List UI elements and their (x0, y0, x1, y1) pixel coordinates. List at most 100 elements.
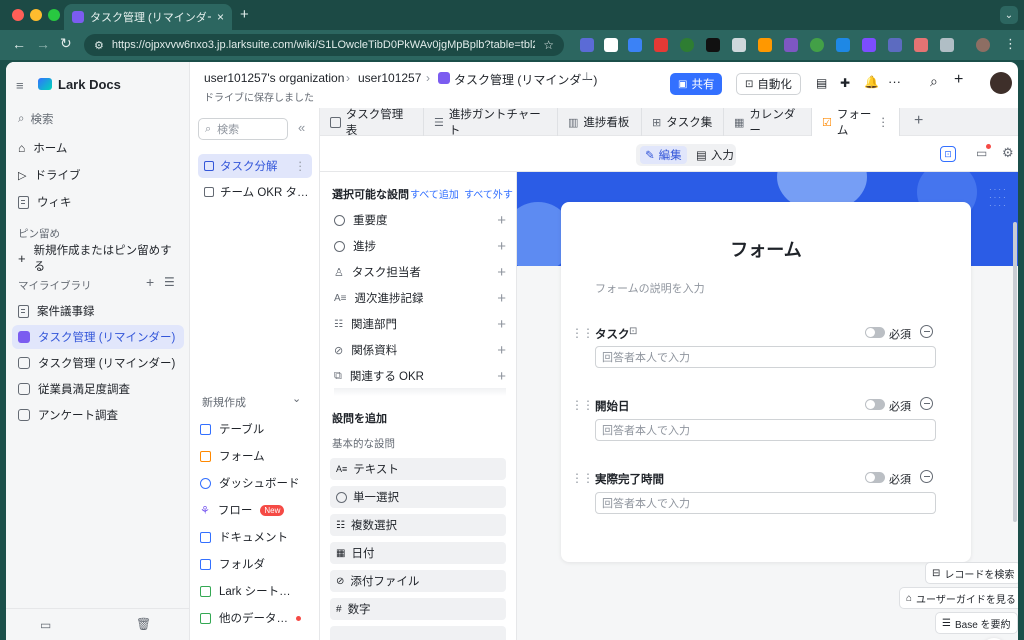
library-item[interactable]: タスク管理 (リマインダー) (12, 351, 184, 375)
add-single-select-button[interactable]: 単一選択 (330, 486, 506, 508)
close-tab-icon[interactable]: × (217, 10, 224, 24)
notification-bell-icon[interactable]: 🔔 (864, 75, 879, 89)
site-info-icon[interactable]: ⚙ (94, 39, 104, 52)
library-item[interactable]: 従業員満足度調査 (12, 377, 184, 401)
sidebar-item-home[interactable]: ⌂ ホーム (12, 136, 184, 160)
extension-icon[interactable] (784, 38, 798, 52)
remove-all-fields-link[interactable]: すべて外す (464, 186, 513, 201)
add-date-question-button[interactable]: ▦ 日付 (330, 542, 506, 564)
remove-question-icon[interactable] (920, 470, 933, 483)
form-settings-icon[interactable]: ⚙ (1002, 145, 1014, 161)
storage-icon[interactable]: ▭ (40, 618, 51, 632)
lock-form-icon[interactable]: ⊡ (940, 146, 956, 162)
tab-form[interactable]: ☑ フォーム ⋮ (812, 108, 900, 137)
new-other-data-button[interactable]: 他のデータ… (200, 607, 301, 629)
library-add-icon[interactable]: + (146, 274, 154, 290)
search-icon[interactable]: ⌕ (930, 73, 938, 90)
remove-question-icon[interactable] (920, 397, 933, 410)
sidebar-item-wiki[interactable]: ウィキ (12, 190, 184, 214)
add-field-icon[interactable]: + (497, 264, 506, 281)
question-title[interactable]: 開始日 (595, 398, 630, 414)
answer-input[interactable]: 回答者本人で入力 (595, 346, 936, 368)
extension-icon[interactable] (914, 38, 928, 52)
new-table-button[interactable]: テーブル (200, 418, 264, 440)
breadcrumb-user[interactable]: user101257 (358, 71, 421, 85)
summarize-base-button[interactable]: ☰ Base を要約 (935, 612, 1018, 634)
available-field-item[interactable]: 進捗 + (334, 235, 506, 257)
user-avatar[interactable] (990, 72, 1012, 94)
available-field-item[interactable]: ♙ タスク担当者 + (334, 261, 506, 283)
new-flow-button[interactable]: ⚘ フロー New (200, 499, 285, 521)
new-folder-button[interactable]: フォルダ (200, 553, 265, 575)
answer-input[interactable]: 回答者本人で入力 (595, 419, 936, 441)
automate-button[interactable]: ⊡ 自動化 (736, 73, 801, 95)
table-more-icon[interactable]: ⋮ (295, 159, 307, 173)
profile-avatar[interactable] (976, 38, 990, 52)
required-toggle[interactable] (865, 399, 885, 410)
available-field-item[interactable]: 重要度 + (334, 209, 506, 231)
library-item[interactable]: アンケート調査 (12, 403, 184, 427)
tab-gallery[interactable]: ⊞ タスク集 (642, 108, 724, 136)
user-guide-button[interactable]: ⌂ ユーザーガイドを見る (899, 587, 1018, 609)
add-text-question-button[interactable]: A≡ テキスト (330, 458, 506, 480)
plugin-icon[interactable]: ✚ (840, 76, 850, 90)
required-toggle[interactable] (865, 327, 885, 338)
pin-icon[interactable]: ⊥ (582, 70, 592, 83)
new-form-button[interactable]: フォーム (200, 445, 265, 467)
tab-kanban[interactable]: ▥ 進捗看板 (558, 108, 642, 136)
add-field-icon[interactable]: + (497, 316, 506, 333)
add-number-question-button[interactable]: # 数字 (330, 598, 506, 620)
table-search-input[interactable]: ⌕ 検索 (198, 118, 288, 140)
available-field-item[interactable]: ⊘ 関係資料 + (334, 339, 506, 361)
new-lark-sheet-button[interactable]: Lark シート… (200, 580, 291, 602)
browser-menu-icon[interactable]: ⋮ (1004, 36, 1017, 52)
add-field-icon[interactable]: + (497, 290, 506, 307)
extension-icon[interactable] (758, 38, 772, 52)
available-field-item[interactable]: ⧉ 関連する OKR + (334, 365, 506, 387)
extension-icon[interactable] (680, 38, 694, 52)
trash-icon[interactable]: 🗑 (136, 617, 151, 631)
add-field-icon[interactable]: + (497, 212, 506, 229)
page-title[interactable]: タスク管理 (リマインダー) (454, 71, 597, 88)
create-plus-icon[interactable]: + (954, 71, 963, 89)
form-title[interactable]: フォーム (561, 236, 971, 262)
pin-add-button[interactable]: + 新規作成またはピン留めする (12, 245, 184, 273)
extension-icon[interactable] (604, 38, 618, 52)
search-record-button[interactable]: ⊟ レコードを検索 (925, 562, 1018, 584)
extension-icon[interactable] (732, 38, 746, 52)
remove-question-icon[interactable] (920, 325, 933, 338)
tab-gantt[interactable]: ☰ 進捗ガントチャート (424, 108, 558, 137)
extension-icon[interactable] (628, 38, 642, 52)
extension-icon[interactable] (888, 38, 902, 52)
extension-icon[interactable] (836, 38, 850, 52)
tab-calendar[interactable]: ▦ カレンダー (724, 108, 812, 137)
drag-handle-icon[interactable]: ⋮⋮ (571, 471, 594, 485)
tab-search-icon[interactable]: ⌄ (1000, 6, 1018, 24)
tab-task-table[interactable]: タスク管理表 (320, 108, 424, 137)
minimize-window-button[interactable] (30, 9, 42, 21)
add-field-icon[interactable]: + (497, 238, 506, 255)
doc-info-icon[interactable]: ▤ (816, 76, 827, 90)
available-field-item[interactable]: ☷ 関連部門 + (334, 313, 506, 335)
drag-handle-icon[interactable]: ⋮⋮ (571, 398, 594, 412)
sidebar-search[interactable]: ⌕ 検索 (12, 108, 184, 130)
add-multi-select-button[interactable]: ☷ 複数選択 (330, 514, 506, 536)
table-item[interactable]: チーム OKR タ… (198, 180, 312, 204)
puzzle-icon[interactable] (940, 38, 954, 52)
canvas-scrollbar[interactable] (1013, 222, 1017, 522)
bookmark-star-icon[interactable]: ☆ (543, 38, 554, 52)
new-document-button[interactable]: ドキュメント (200, 526, 288, 548)
collapse-new-section-icon[interactable]: ⌄ (292, 392, 301, 405)
back-icon[interactable]: ← (12, 36, 26, 52)
extension-icon[interactable] (654, 38, 668, 52)
question-title[interactable]: 実際完了時間 (595, 471, 664, 487)
add-attachment-question-button[interactable]: ⊘ 添付ファイル (330, 570, 506, 592)
extension-icon[interactable] (810, 38, 824, 52)
library-item[interactable]: 案件議事録 (12, 299, 184, 323)
breadcrumb-org[interactable]: user101257's organization (204, 71, 344, 85)
extension-icon[interactable] (706, 38, 720, 52)
question-title[interactable]: タスク (595, 326, 630, 342)
address-bar[interactable]: ⚙ https://ojpxvvw6nxo3.jp.larksuite.com/… (84, 34, 564, 56)
zoom-window-button[interactable] (48, 9, 60, 21)
browser-tab[interactable]: タスク管理 (リマインダー) - Lar × (64, 4, 232, 30)
